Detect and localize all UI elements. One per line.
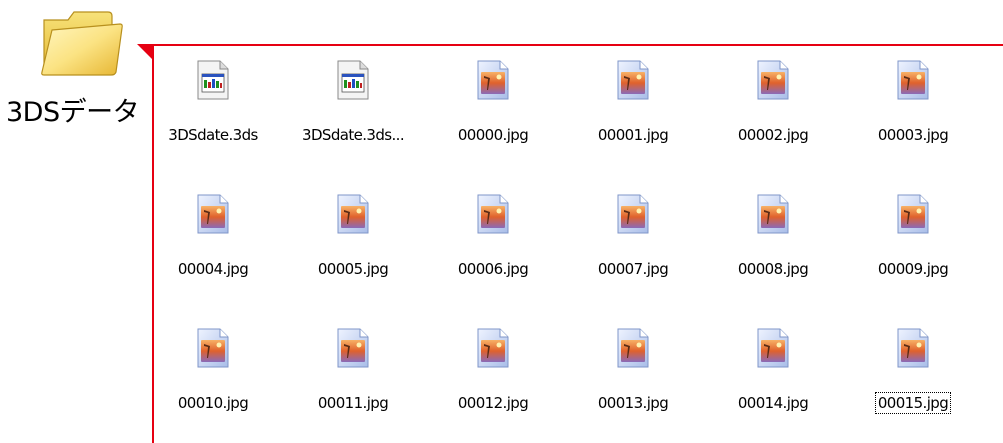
file-name-text: 00000.jpg (457, 126, 529, 144)
file-item[interactable]: 00008.jpg (707, 194, 839, 304)
file-item[interactable]: 3DSdate.3ds (147, 60, 279, 170)
jpg-file-icon (756, 60, 790, 100)
jpg-file-icon (196, 328, 230, 368)
file-name: 00005.jpg (287, 260, 419, 278)
file-item[interactable]: 00005.jpg (287, 194, 419, 304)
file-name-text: 00009.jpg (877, 260, 949, 278)
jpg-file-icon (476, 60, 510, 100)
file-name-text: 00001.jpg (597, 126, 669, 144)
file-name: 00001.jpg (567, 126, 699, 144)
file-item[interactable]: 00015.jpg (847, 328, 979, 438)
file-name-text: 00005.jpg (317, 260, 389, 278)
file-name: 3DSdate.3ds (147, 126, 279, 144)
file-name-text: 00014.jpg (737, 394, 809, 412)
file-item[interactable]: 00010.jpg (147, 328, 279, 438)
folder-label: 3DSデータ (6, 97, 140, 128)
file-name: 00004.jpg (147, 260, 279, 278)
file-name-text: 00011.jpg (317, 394, 389, 412)
file-name-text: 00008.jpg (737, 260, 809, 278)
file-name: 00015.jpg (847, 392, 979, 414)
jpg-file-icon (476, 328, 510, 368)
file-item[interactable]: 00001.jpg (567, 60, 699, 170)
file-name: 00000.jpg (427, 126, 559, 144)
jpg-file-icon (196, 194, 230, 234)
folder-icon (41, 11, 123, 76)
file-name: 00008.jpg (707, 260, 839, 278)
jpg-file-icon (616, 60, 650, 100)
file-item[interactable]: 00011.jpg (287, 328, 419, 438)
file-name: 3DSdate.3ds... (287, 126, 419, 144)
file-name: 00010.jpg (147, 394, 279, 412)
file-item[interactable]: 00012.jpg (427, 328, 559, 438)
jpg-file-icon (336, 194, 370, 234)
file-name-text: 00013.jpg (597, 394, 669, 412)
3ds-file-icon (196, 60, 230, 100)
3ds-file-icon (336, 60, 370, 100)
file-name-text: 00002.jpg (737, 126, 809, 144)
file-item[interactable]: 00006.jpg (427, 194, 559, 304)
jpg-file-icon (476, 194, 510, 234)
file-name: 00012.jpg (427, 394, 559, 412)
file-item[interactable]: 00003.jpg (847, 60, 979, 170)
file-name-text: 00012.jpg (457, 394, 529, 412)
file-item[interactable]: 00004.jpg (147, 194, 279, 304)
jpg-file-icon (756, 194, 790, 234)
file-item[interactable]: 00002.jpg (707, 60, 839, 170)
file-name-text: 00007.jpg (597, 260, 669, 278)
file-item[interactable]: 00014.jpg (707, 328, 839, 438)
file-item[interactable]: 00009.jpg (847, 194, 979, 304)
file-name: 00011.jpg (287, 394, 419, 412)
file-name: 00013.jpg (567, 394, 699, 412)
jpg-file-icon (896, 60, 930, 100)
file-name-text: 00004.jpg (177, 260, 249, 278)
jpg-file-icon (896, 194, 930, 234)
file-name-text: 00003.jpg (877, 126, 949, 144)
folder-3ds-data[interactable]: 3DSデータ (0, 0, 150, 140)
file-name-text: 00010.jpg (177, 394, 249, 412)
file-item[interactable]: 00007.jpg (567, 194, 699, 304)
jpg-file-icon (616, 328, 650, 368)
file-item[interactable]: 00000.jpg (427, 60, 559, 170)
file-name: 00014.jpg (707, 394, 839, 412)
file-name: 00009.jpg (847, 260, 979, 278)
file-grid: 3DSdate.3ds 3DSdate.3ds... 00000.jpg 000… (162, 60, 1003, 443)
file-name: 00002.jpg (707, 126, 839, 144)
file-name-text: 3DSdate.3ds... (302, 126, 405, 144)
file-name-text: 00006.jpg (457, 260, 529, 278)
file-name: 00007.jpg (567, 260, 699, 278)
explorer-view: 3DSデータ 3DSdate.3ds 3DSdate.3ds... 00000.… (0, 0, 1003, 443)
file-name-text: 00015.jpg (874, 392, 952, 414)
file-item[interactable]: 3DSdate.3ds... (287, 60, 419, 170)
jpg-file-icon (896, 328, 930, 368)
file-name-text: 3DSdate.3ds (168, 126, 258, 144)
jpg-file-icon (756, 328, 790, 368)
file-name: 00003.jpg (847, 126, 979, 144)
file-name: 00006.jpg (427, 260, 559, 278)
jpg-file-icon (336, 328, 370, 368)
callout-line-top (152, 44, 1003, 46)
file-item[interactable]: 00013.jpg (567, 328, 699, 438)
jpg-file-icon (616, 194, 650, 234)
